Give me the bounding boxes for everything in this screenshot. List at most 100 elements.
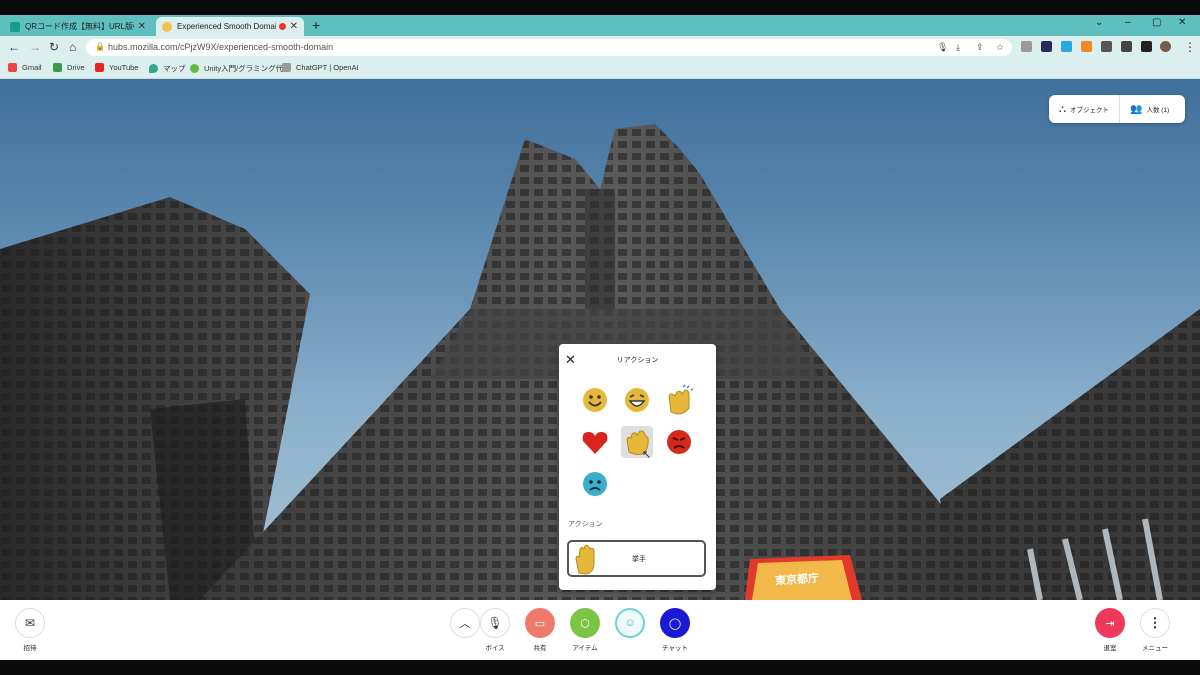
bookmark-maps[interactable]: マップ [149, 63, 186, 74]
bottom-letterbox [0, 660, 1200, 675]
reload-icon[interactable]: ↻ [49, 40, 59, 54]
close-window-icon[interactable]: ✕ [1178, 17, 1186, 28]
bookmark-label: ChatGPT | OpenAI [296, 63, 359, 72]
leave-button[interactable]: ⇥ [1095, 608, 1125, 638]
heart-emoji-button[interactable] [579, 426, 611, 458]
extension-icon[interactable] [1041, 41, 1052, 52]
raised-hand-icon [575, 544, 595, 575]
home-icon[interactable]: ⌂ [69, 40, 76, 54]
heart-emoji-icon [582, 432, 608, 454]
tab-qr-code[interactable]: QRコード作成【無料】URL版QRコード ✕ [4, 17, 152, 36]
react-button[interactable]: ☺ [615, 608, 645, 638]
side-panel-icon[interactable] [1141, 41, 1152, 52]
tab-hubs[interactable]: Experienced Smooth Domain ✕ [156, 17, 304, 36]
forward-icon[interactable]: → [29, 40, 41, 54]
cube-icon: ⬡ [580, 617, 590, 630]
url-text: hubs.mozilla.com/cPjzW9X/experienced-smo… [108, 42, 334, 52]
bookmark-label: マップ [163, 64, 186, 73]
camera-extension-icon[interactable] [1021, 41, 1032, 52]
drive-icon [53, 63, 62, 72]
raise-hand-label: 挙手 [632, 556, 646, 563]
bookmark-youtube[interactable]: YouTube [95, 63, 138, 72]
objects-button[interactable]: ⛬ オブジェクト [1049, 95, 1119, 123]
restore-icon[interactable]: ▢ [1152, 17, 1161, 28]
tab-search-icon[interactable]: ⌄ [1095, 17, 1103, 28]
more-vertical-icon: ⋮ [1148, 615, 1162, 630]
screen-share-icon: ▭ [534, 617, 546, 630]
address-bar[interactable]: 🔒 hubs.mozilla.com/cPjzW9X/experienced-s… [86, 39, 1012, 56]
angry-emoji-button[interactable] [663, 426, 695, 458]
invite-button[interactable]: ✉ [15, 608, 45, 638]
chat-button[interactable]: ◯ [660, 608, 690, 638]
bookmark-star-icon[interactable]: ☆ [996, 42, 1004, 53]
bookmark-drive[interactable]: Drive [53, 63, 85, 72]
microphone-icon[interactable]: 🎙 [937, 42, 948, 53]
invite-label: 招待 [23, 645, 37, 652]
bookmark-chatgpt[interactable]: ChatGPT | OpenAI [282, 63, 359, 72]
chevron-up-icon: ︿ [459, 618, 471, 630]
reactions-panel: ✕ リアクション ↖ アクション 挙手 [559, 344, 716, 590]
exit-icon: ⇥ [1105, 617, 1115, 630]
voice-button[interactable]: 🎙 [480, 608, 510, 638]
objects-icon: ⛬ [1059, 103, 1066, 115]
wave-emoji-button[interactable]: ↖ [621, 426, 653, 461]
puzzle-icon[interactable] [1101, 41, 1112, 52]
profile-avatar[interactable] [1160, 41, 1171, 52]
extension-icon[interactable] [1061, 41, 1072, 52]
smiley-icon: ☺ [624, 617, 636, 629]
media-control-icon[interactable] [1121, 41, 1132, 52]
bookmarks-bar: Gmail Drive YouTube マップ Unity入門/グラミング代..… [0, 58, 1200, 79]
bookmark-label: Gmail [22, 63, 42, 72]
menu-label: メニュー [1142, 645, 1168, 652]
youtube-icon [95, 63, 104, 72]
leave-label: 退室 [1103, 645, 1117, 652]
sad-emoji-button[interactable] [579, 468, 611, 500]
recording-icon [278, 23, 286, 30]
metamask-icon[interactable] [1081, 41, 1092, 52]
gmail-icon [8, 63, 17, 72]
new-tab-icon[interactable]: + [312, 17, 320, 33]
microphone-icon: 🎙 [487, 616, 503, 630]
item-button[interactable]: ⬡ [570, 608, 600, 638]
share-label: 共有 [533, 645, 547, 652]
minimize-icon[interactable]: – [1125, 17, 1131, 28]
objects-label: オブジェクト [1070, 107, 1109, 114]
envelope-icon: ✉ [24, 616, 36, 630]
bookmark-label: YouTube [109, 63, 139, 72]
laugh-emoji-icon [625, 388, 649, 412]
close-tab-icon[interactable]: ✕ [138, 21, 146, 32]
back-icon[interactable]: ← [8, 40, 20, 54]
bookmark-label: Unity入門/グラミング代... [204, 64, 290, 73]
top-letterbox [0, 0, 1200, 15]
smile-emoji-icon [583, 388, 607, 412]
mouse-cursor-icon: ↖ [642, 449, 652, 461]
install-icon[interactable]: ⤓ [956, 42, 960, 53]
tab-title: QRコード作成【無料】URL版QRコード [25, 22, 134, 31]
raise-hand-button[interactable]: 挙手 [567, 540, 706, 577]
angry-emoji-icon [667, 430, 691, 454]
item-label: アイテム [572, 645, 598, 652]
laugh-emoji-button[interactable] [621, 384, 653, 416]
smile-emoji-button[interactable] [579, 384, 611, 416]
bookmark-gmail[interactable]: Gmail [8, 63, 42, 72]
chatgpt-icon [282, 63, 291, 72]
people-icon: 👥 [1130, 103, 1143, 115]
maps-icon [149, 64, 158, 73]
menu-button[interactable]: ⋮ [1140, 608, 1170, 638]
people-label: 人数 (1) [1146, 107, 1170, 114]
share-page-icon[interactable]: ⇪ [976, 42, 984, 53]
sad-emoji-icon [583, 472, 607, 496]
bookmark-unity[interactable]: Unity入門/グラミング代... [190, 63, 289, 74]
actions-label: アクション [568, 521, 603, 528]
clap-emoji-button[interactable] [663, 384, 695, 416]
share-button[interactable]: ▭ [525, 608, 555, 638]
browser-menu-icon[interactable]: ⋮ [1184, 40, 1196, 54]
tab-strip: QRコード作成【無料】URL版QRコード ✕ Experienced Smoot… [0, 15, 1200, 36]
top-right-hud: ⛬ オブジェクト 👥 人数 (1) [1049, 95, 1185, 123]
expand-audio-button[interactable]: ︿ [450, 608, 480, 638]
close-tab-icon[interactable]: ✕ [290, 21, 298, 32]
chat-label: チャット [662, 645, 688, 652]
bookmark-label: Drive [67, 63, 85, 72]
people-button[interactable]: 👥 人数 (1) [1120, 95, 1179, 123]
qr-favicon-icon [10, 21, 20, 32]
